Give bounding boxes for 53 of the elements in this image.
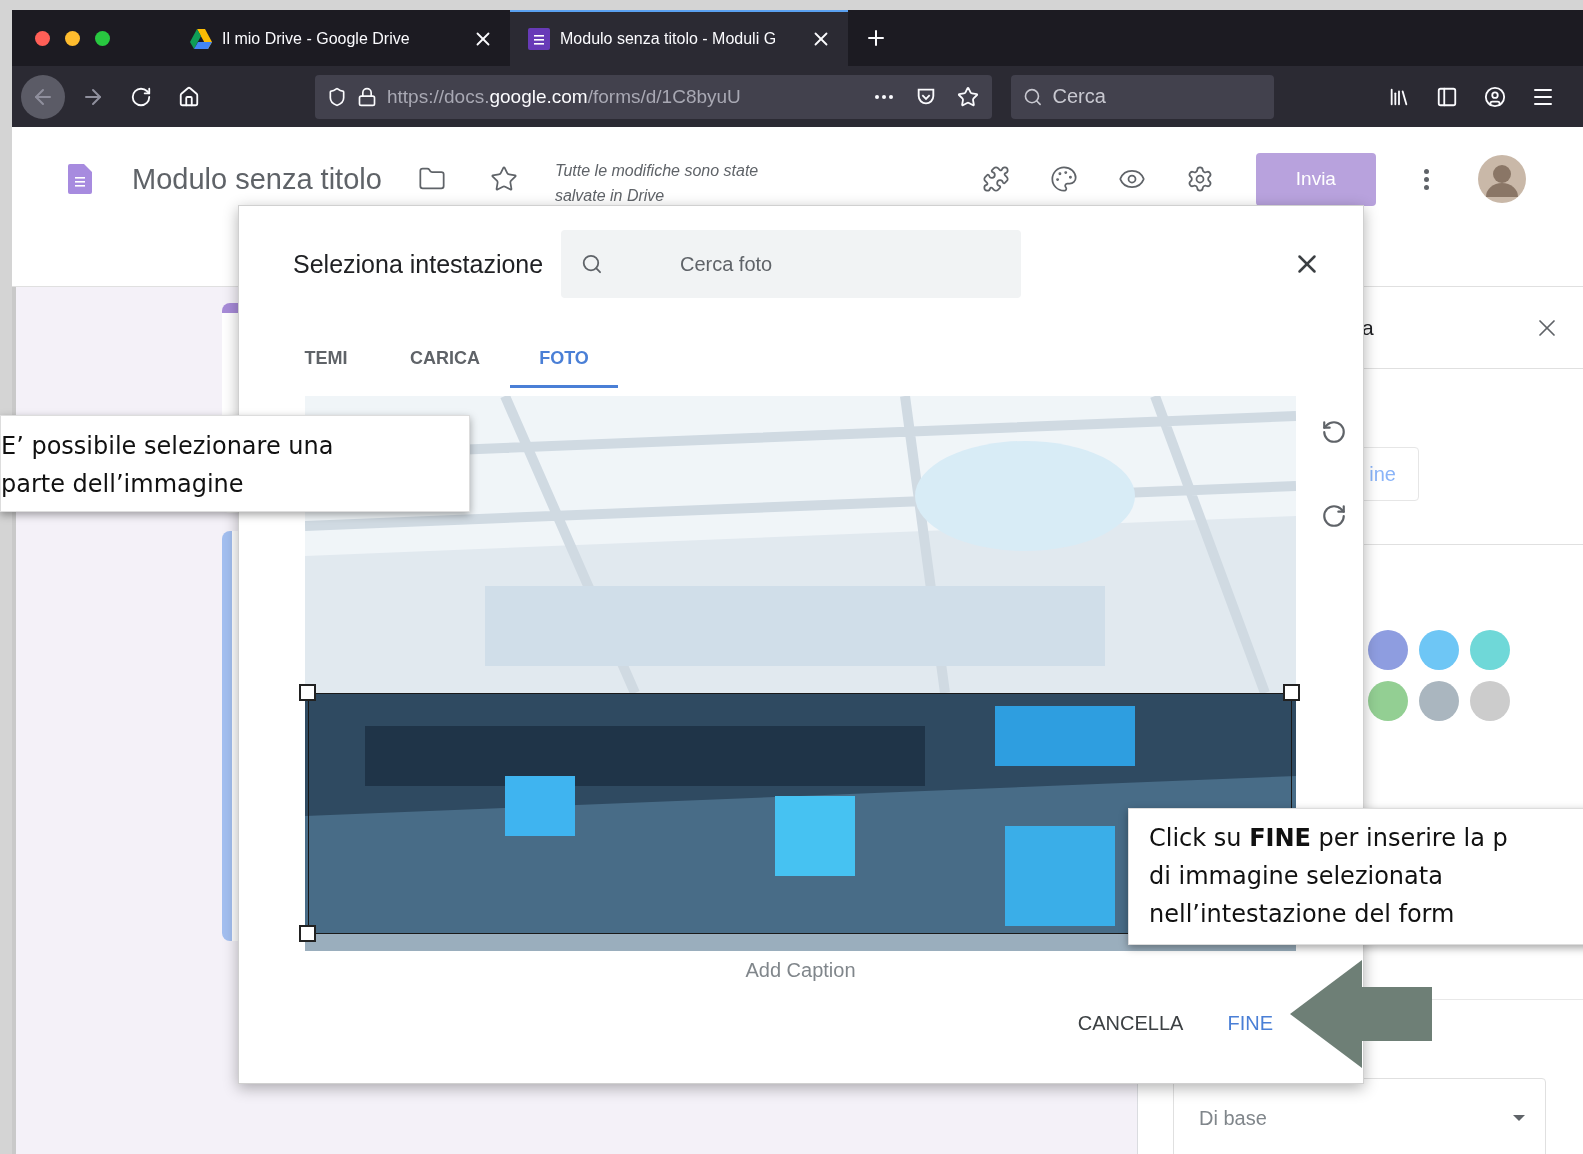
home-icon	[178, 85, 200, 108]
color-swatch[interactable]	[1368, 681, 1408, 721]
crop-handle[interactable]	[299, 684, 316, 701]
color-swatch[interactable]	[1470, 681, 1510, 721]
more-vertical-icon	[1424, 168, 1430, 190]
color-swatch[interactable]	[1419, 630, 1459, 670]
close-window-button[interactable]	[35, 30, 50, 46]
star-icon	[489, 165, 518, 193]
save-status: Tutte le modifiche sono state salvate in Drive	[554, 161, 760, 206]
callout-text: E’ possibile selezionare una parte dell’immagine	[1, 431, 335, 500]
caption-field[interactable]: Add Caption	[305, 959, 1296, 982]
search-input[interactable]: Cerca	[1050, 84, 1274, 109]
account-icon	[1484, 85, 1506, 108]
zoom-window-button[interactable]	[95, 30, 110, 46]
palette-icon	[1049, 165, 1078, 193]
dialog-button[interactable]: CANCELLA	[1065, 1004, 1196, 1043]
rotate-left-icon	[1321, 419, 1347, 445]
dialog-title: Seleziona intestazione	[293, 249, 544, 279]
forms-icon	[528, 28, 550, 50]
crop-handle[interactable]	[1283, 684, 1300, 701]
dialog-tab[interactable]: FOTO	[510, 331, 618, 388]
browser-tab[interactable]: Modulo senza titolo - Moduli G	[510, 10, 848, 66]
color-swatch[interactable]	[1419, 681, 1459, 721]
caret-icon	[1513, 1115, 1525, 1121]
rotate-right-icon	[1321, 503, 1347, 529]
dialog-tab[interactable]: CARICA	[391, 331, 499, 388]
reload-icon	[130, 85, 152, 108]
browser-tab[interactable]: Il mio Drive - Google Drive	[172, 10, 510, 66]
tab-title: Modulo senza titolo - Moduli G	[560, 30, 778, 48]
back-button[interactable]	[21, 74, 65, 119]
tab-title: Il mio Drive - Google Drive	[222, 30, 411, 48]
color-swatch[interactable]	[1368, 630, 1408, 670]
forms-icon[interactable]	[68, 164, 92, 194]
more-icon	[875, 94, 893, 99]
color-swatch[interactable]	[1470, 630, 1510, 670]
puzzle-icon	[981, 165, 1010, 193]
minimize-window-button[interactable]	[65, 30, 80, 46]
crop-handle[interactable]	[299, 925, 316, 942]
form-title[interactable]: Modulo senza titolo	[132, 162, 382, 196]
dialog-button[interactable]: FINE	[1215, 1004, 1285, 1043]
search-bar[interactable]: Cerca	[1011, 74, 1274, 119]
star-icon	[957, 85, 979, 108]
photo-search-input[interactable]: Cerca foto	[677, 251, 1022, 277]
photo-search-bar[interactable]: Cerca foto	[561, 230, 1022, 298]
drive-icon	[190, 29, 212, 49]
dialog-tab[interactable]: TEMI	[272, 331, 380, 388]
avatar[interactable]	[1477, 155, 1526, 203]
lock-icon	[357, 86, 377, 107]
sidebar-icon	[1436, 85, 1458, 108]
url-text: https://docs.google.com/forms/d/1C8byuU	[387, 85, 742, 108]
callout-text: Click su FINE per inserire la p di immagine selezionata nell’intestazione del form	[1149, 823, 1509, 930]
address-bar[interactable]: https://docs.google.com/forms/d/1C8byuU	[315, 74, 992, 119]
shield-icon	[327, 86, 347, 107]
